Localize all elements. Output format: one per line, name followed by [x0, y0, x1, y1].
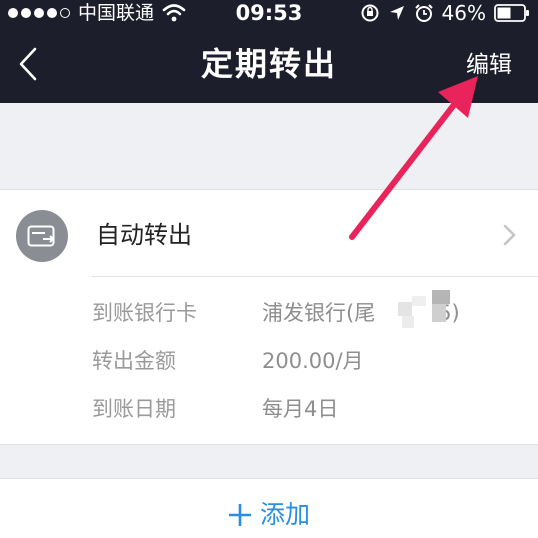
add-label: 添加	[259, 500, 310, 529]
alarm-icon	[414, 4, 433, 22]
edit-button[interactable]: 编辑	[466, 48, 512, 82]
detail-label-bank-card: 到账银行卡	[92, 301, 197, 325]
rotation-lock-icon	[361, 4, 379, 22]
status-right: 46%	[360, 0, 530, 26]
chevron-right-icon	[503, 224, 516, 246]
card-transfer-icon	[16, 210, 68, 262]
detail-label-date: 到账日期	[92, 397, 176, 421]
detail-value-date: 每月4日	[262, 397, 339, 421]
plan-title: 自动转出	[96, 221, 192, 249]
top-bar: 中国联通 09:53 46% 定期转出 编辑	[0, 0, 538, 103]
status-bar: 中国联通 09:53 46%	[0, 0, 538, 26]
navigation-bar: 定期转出 编辑	[0, 30, 538, 103]
add-plan-row: 添加	[0, 478, 538, 538]
battery-icon	[494, 4, 529, 22]
redaction-mask	[398, 290, 450, 328]
plus-icon	[228, 504, 251, 526]
add-button[interactable]: 添加	[0, 497, 538, 533]
transfer-plan-card: 自动转出 到账银行卡 浦发银行(尾 5) 转出金额 200.00/月 到账日期 …	[0, 189, 538, 445]
location-icon	[389, 6, 404, 20]
page-title: 定期转出	[200, 45, 337, 83]
plan-row[interactable]: 自动转出	[0, 190, 538, 276]
detail-label-amount: 转出金额	[92, 349, 176, 373]
detail-value-amount: 200.00/月	[262, 349, 364, 373]
battery-percentage: 46%	[441, 1, 486, 25]
divider	[92, 276, 538, 277]
